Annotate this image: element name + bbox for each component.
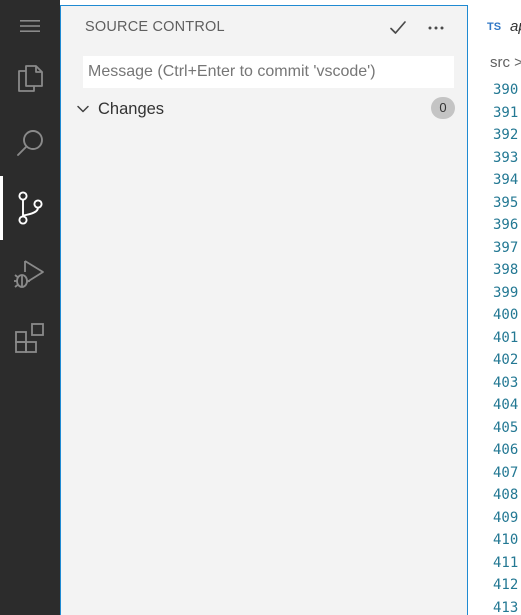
line-number: 411 xyxy=(493,554,519,571)
breadcrumb[interactable]: src > xyxy=(490,54,521,71)
chevron-down-icon xyxy=(77,105,89,113)
line-number: 393 xyxy=(493,149,519,166)
line-number: 404 xyxy=(493,397,519,413)
line-number: 409 xyxy=(493,509,519,526)
line-number: 408 xyxy=(493,487,519,503)
commit-message-input[interactable] xyxy=(83,56,454,88)
panel-header: SOURCE CONTROL xyxy=(61,6,469,48)
line-number: 406 xyxy=(493,442,519,458)
activity-run-debug[interactable] xyxy=(0,241,60,305)
line-number: 402 xyxy=(493,352,519,368)
line-number: 400 xyxy=(493,307,519,323)
more-actions-button[interactable] xyxy=(422,14,450,42)
extensions-icon xyxy=(15,323,44,353)
line-number: 397 xyxy=(493,239,519,256)
ellipsis-icon xyxy=(428,26,444,30)
run-debug-icon xyxy=(14,260,44,288)
line-number: 410 xyxy=(493,532,519,548)
line-number: 403 xyxy=(493,374,519,391)
line-number: 398 xyxy=(493,262,519,278)
line-number: 390 xyxy=(493,82,519,98)
source-control-icon xyxy=(18,191,43,225)
editor-area: TS ap src > 3903913923933943953963973983… xyxy=(468,5,521,615)
source-control-panel: SOURCE CONTROL Changes 0 xyxy=(60,5,468,615)
changes-section-header[interactable]: Changes 0 xyxy=(61,96,467,122)
line-number: 405 xyxy=(493,419,519,436)
line-number: 413 xyxy=(493,599,519,615)
search-icon xyxy=(17,130,43,156)
tab-filename: ap xyxy=(510,18,521,35)
line-number: 399 xyxy=(493,284,519,301)
line-number: 401 xyxy=(493,329,519,346)
line-number: 412 xyxy=(493,577,519,593)
line-number: 395 xyxy=(493,194,519,211)
menu-button[interactable] xyxy=(0,0,60,52)
vscode-window: SOURCE CONTROL Changes 0 xyxy=(0,0,521,615)
changes-count-badge: 0 xyxy=(431,97,455,119)
changes-label: Changes xyxy=(98,100,165,118)
panel-title: SOURCE CONTROL xyxy=(85,19,225,35)
activity-bar xyxy=(0,0,60,615)
commit-button[interactable] xyxy=(384,14,412,42)
checkmark-icon xyxy=(390,21,406,34)
line-number: 396 xyxy=(493,217,519,233)
line-number: 391 xyxy=(493,104,519,121)
activity-explorer[interactable] xyxy=(0,46,60,110)
files-icon xyxy=(18,65,43,92)
line-number: 392 xyxy=(493,127,519,143)
activity-source-control[interactable] xyxy=(0,176,60,240)
line-number: 407 xyxy=(493,464,519,481)
hamburger-icon xyxy=(20,20,40,32)
editor-tab[interactable]: TS ap xyxy=(468,5,521,47)
activity-search[interactable] xyxy=(0,111,60,175)
line-number: 394 xyxy=(493,172,519,188)
line-number-gutter: 390 391 392 393 394 395 396 397 398 399 400 401 402 4… xyxy=(493,79,521,615)
activity-extensions[interactable] xyxy=(0,306,60,370)
typescript-icon: TS xyxy=(487,21,502,33)
